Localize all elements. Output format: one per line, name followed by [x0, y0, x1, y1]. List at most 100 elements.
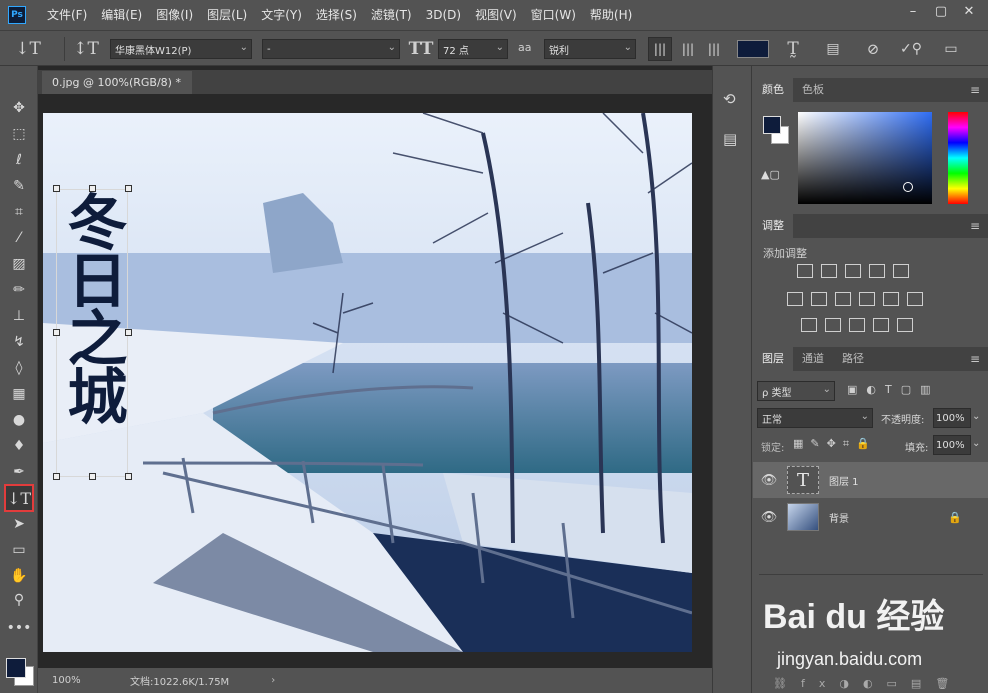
font-family-select[interactable]: 华康黑体W12(P) ⌄ [110, 39, 252, 59]
foreground-color-swatch[interactable] [6, 658, 26, 678]
font-size-select[interactable]: 72 点 ⌄ [438, 39, 508, 59]
tab-adjustments[interactable]: 调整 [753, 214, 793, 238]
move-tool-icon[interactable]: ✥ [4, 96, 34, 120]
eyedropper-tool-icon[interactable]: ⁄ [4, 226, 34, 250]
menu-file[interactable]: 文件(F) [40, 0, 94, 30]
text-color-swatch[interactable] [737, 40, 769, 58]
align-top-icon[interactable]: ||| [648, 37, 672, 61]
zoom-tool-icon[interactable]: ⚲ [4, 588, 34, 612]
chevron-down-icon[interactable]: ⌄ [972, 438, 980, 449]
opacity-input[interactable]: 100% [933, 408, 971, 428]
healing-brush-tool-icon[interactable]: ▨ [4, 252, 34, 276]
document-canvas[interactable]: 冬日之城 [43, 113, 692, 652]
marquee-tool-icon[interactable]: ⬚ [4, 122, 34, 146]
commit-search-icon[interactable]: ✓⚲ [896, 39, 926, 59]
vertical-type-tool-icon[interactable]: ↓T [4, 484, 34, 512]
lock-icons[interactable]: ▦✎✥⌗🔒 [793, 437, 877, 451]
blur-tool-icon[interactable]: ● [4, 408, 34, 432]
close-button[interactable]: ✕ [956, 2, 982, 20]
vertical-text-layer[interactable]: 冬日之城 [57, 191, 127, 475]
vibrance-icon[interactable] [893, 264, 909, 278]
channel-mixer-icon[interactable] [883, 292, 899, 306]
toggle-orientation-icon[interactable]: ↕T [73, 39, 99, 59]
history-icon[interactable]: ⟲ [723, 90, 736, 108]
tab-color[interactable]: 颜色 [753, 78, 793, 102]
gradient-map-icon[interactable] [897, 318, 913, 332]
history-brush-tool-icon[interactable]: ↯ [4, 330, 34, 354]
tab-layers[interactable]: 图层 [753, 347, 793, 371]
eraser-tool-icon[interactable]: ◊ [4, 356, 34, 380]
align-bottom-icon[interactable]: ||| [702, 37, 726, 61]
character-panel-icon[interactable]: ▤ [822, 39, 844, 59]
cancel-icon[interactable]: ⊘ [862, 39, 884, 59]
properties-icon[interactable]: ▤ [723, 130, 737, 148]
menu-3d[interactable]: 3D(D) [419, 0, 468, 30]
align-center-icon[interactable]: ||| [676, 37, 700, 61]
panel-menu-icon[interactable]: ≡ [970, 83, 980, 97]
chevron-down-icon[interactable]: ⌄ [972, 411, 980, 422]
hand-tool-icon[interactable]: ✋ [4, 564, 34, 588]
layer-row[interactable]: 👁 T 图层 1 [753, 462, 988, 498]
rectangle-tool-icon[interactable]: ▭ [4, 538, 34, 562]
warp-text-icon[interactable]: T̰ [782, 39, 804, 59]
color-lookup-icon[interactable] [907, 292, 923, 306]
menu-filter[interactable]: 滤镜(T) [364, 0, 419, 30]
black-white-icon[interactable] [835, 292, 851, 306]
panel-menu-icon[interactable]: ≡ [970, 219, 980, 233]
vertical-type-preset-icon[interactable]: ↓T [14, 39, 42, 59]
menu-help[interactable]: 帮助(H) [583, 0, 639, 30]
blend-mode-select[interactable]: 正常 ⌄ [757, 408, 873, 428]
transform-handle[interactable] [89, 185, 96, 192]
menu-select[interactable]: 选择(S) [309, 0, 364, 30]
lasso-tool-icon[interactable]: ℓ [4, 148, 34, 172]
layer-filter-icons[interactable]: ▣◐T▢▥ [847, 383, 940, 396]
brightness-contrast-icon[interactable] [797, 264, 813, 278]
curves-icon[interactable] [845, 264, 861, 278]
clone-stamp-tool-icon[interactable]: ⊥ [4, 304, 34, 328]
transform-handle[interactable] [53, 185, 60, 192]
layers-footer-icons[interactable]: ⛓fx◑◐▭▤🗑 [773, 677, 963, 690]
tab-swatches[interactable]: 色板 [793, 78, 833, 102]
transform-handle[interactable] [125, 329, 132, 336]
color-balance-icon[interactable] [811, 292, 827, 306]
menu-window[interactable]: 窗口(W) [524, 0, 583, 30]
exposure-icon[interactable] [869, 264, 885, 278]
panel-menu-icon[interactable]: ≡ [970, 352, 980, 366]
dodge-tool-icon[interactable]: ♦ [4, 434, 34, 458]
photo-filter-icon[interactable] [859, 292, 875, 306]
panel-foreground-swatch[interactable] [763, 116, 781, 134]
transform-handle[interactable] [125, 185, 132, 192]
transform-handle[interactable] [53, 329, 60, 336]
document-tab[interactable]: 0.jpg @ 100%(RGB/8) * [42, 71, 192, 94]
layer-filter-select[interactable]: ρ 类型 ⌄ [757, 381, 835, 401]
minimize-button[interactable]: – [900, 2, 926, 20]
crop-tool-icon[interactable]: ⌗ [4, 200, 34, 224]
tab-channels[interactable]: 通道 [793, 347, 833, 371]
threshold-icon[interactable] [849, 318, 865, 332]
visibility-eye-icon[interactable]: 👁 [757, 510, 781, 525]
transform-handle[interactable] [125, 473, 132, 480]
zoom-level[interactable]: 100% [38, 675, 94, 686]
posterize-icon[interactable] [825, 318, 841, 332]
pen-tool-icon[interactable]: ✒ [4, 460, 34, 484]
color-picker-field[interactable] [798, 112, 932, 204]
menu-edit[interactable]: 编辑(E) [94, 0, 149, 30]
layer-row[interactable]: 👁 背景 🔒 [753, 499, 988, 535]
workspace-icon[interactable]: ▭ [940, 39, 962, 59]
menu-image[interactable]: 图像(I) [149, 0, 200, 30]
gradient-tool-icon[interactable]: ▦ [4, 382, 34, 406]
menu-view[interactable]: 视图(V) [468, 0, 524, 30]
hue-saturation-icon[interactable] [787, 292, 803, 306]
more-tools-icon[interactable]: ••• [4, 616, 34, 640]
brush-tool-icon[interactable]: ✏ [4, 278, 34, 302]
quick-select-tool-icon[interactable]: ✎ [4, 174, 34, 198]
restore-button[interactable]: ▢ [928, 2, 954, 20]
menu-type[interactable]: 文字(Y) [254, 0, 309, 30]
tab-paths[interactable]: 路径 [833, 347, 873, 371]
hue-slider[interactable] [948, 112, 968, 204]
transform-handle[interactable] [53, 473, 60, 480]
transform-handle[interactable] [89, 473, 96, 480]
levels-icon[interactable] [821, 264, 837, 278]
antialias-select[interactable]: 锐利 ⌄ [544, 39, 636, 59]
invert-icon[interactable] [801, 318, 817, 332]
